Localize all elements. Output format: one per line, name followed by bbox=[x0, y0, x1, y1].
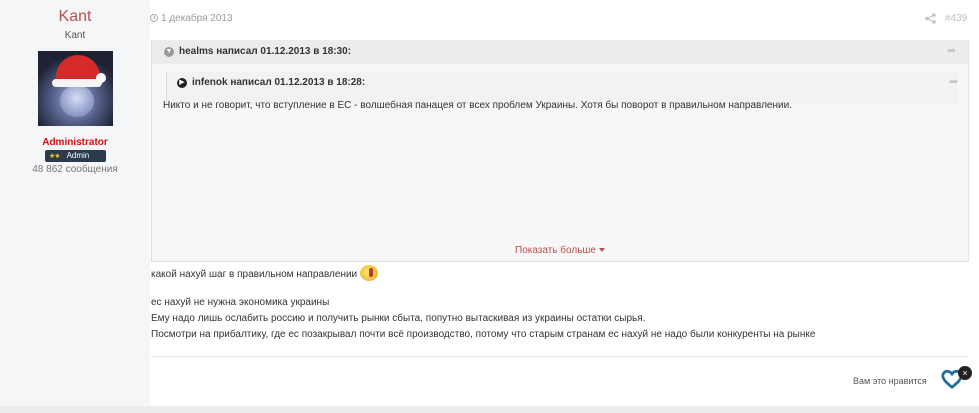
post-body-text: какой нахуй шаг в правильном направлении bbox=[151, 269, 358, 280]
post-footer-divider bbox=[151, 356, 969, 357]
chevron-down-icon[interactable]: ▼ bbox=[164, 47, 174, 57]
author-title: Kant bbox=[64, 30, 86, 41]
chevron-right-icon[interactable]: ▶ bbox=[177, 78, 187, 88]
quote-outer-header[interactable]: ▼ healms написал 01.12.2013 в 18:30: ➦ bbox=[152, 40, 968, 64]
post-body-line: Посмотри на прибалтику, где ес позакрыва… bbox=[151, 329, 816, 340]
post-date-link[interactable]: 1 декабря 2013 bbox=[150, 13, 233, 24]
smiley-icon bbox=[360, 265, 379, 281]
author-name-link[interactable]: Kant bbox=[0, 8, 150, 26]
santa-hat-pompom bbox=[96, 73, 106, 83]
quote-outer: ▼ healms написал 01.12.2013 в 18:30: ➦ ▶… bbox=[151, 40, 969, 262]
badge-stars-icon: ★★ bbox=[49, 153, 61, 160]
quote-inner-text: Никто и не говорит, что вступление в ЕС … bbox=[163, 100, 792, 111]
post-number-link[interactable]: #439 bbox=[945, 13, 967, 24]
like-status-text: Вам это нравится bbox=[853, 376, 927, 386]
author-panel: Kant Kant Administrator ★★ Admin 48 862 с… bbox=[0, 0, 150, 406]
share-icon[interactable] bbox=[925, 13, 936, 27]
clock-icon bbox=[150, 14, 158, 22]
post-separator bbox=[0, 406, 979, 413]
post-body-line: какой нахуй шаг в правильном направлении bbox=[151, 265, 379, 281]
author-group: Administrator bbox=[42, 137, 108, 148]
show-more-label: Показать больше bbox=[515, 245, 596, 256]
share-arrow-icon[interactable]: ➦ bbox=[949, 75, 958, 88]
santa-hat-brim bbox=[52, 79, 102, 87]
avatar-head bbox=[60, 85, 94, 117]
quote-inner-author: infenok написал 01.12.2013 в 18:28: bbox=[192, 77, 366, 88]
rank-badge: ★★ Admin bbox=[45, 150, 106, 162]
post-date-text: 1 декабря 2013 bbox=[161, 13, 233, 24]
forum-post: Kant Kant Administrator ★★ Admin 48 862 с… bbox=[0, 0, 979, 406]
post-body-line: ес нахуй не нужна экономика украины bbox=[151, 297, 330, 308]
show-more-button[interactable]: Показать больше bbox=[515, 245, 605, 256]
post-body-line: Ему надо лишь ослабить россию и получить… bbox=[151, 313, 646, 324]
author-post-count: 48 862 сообщения bbox=[32, 164, 118, 175]
badge-label: Admin bbox=[66, 151, 90, 160]
avatar[interactable] bbox=[38, 51, 113, 126]
quote-outer-author: healms написал 01.12.2013 в 18:30: bbox=[179, 46, 352, 57]
caret-down-icon bbox=[599, 248, 605, 252]
close-icon[interactable]: × bbox=[958, 366, 972, 380]
share-arrow-icon[interactable]: ➦ bbox=[947, 44, 956, 57]
share-icon-svg bbox=[925, 13, 936, 24]
